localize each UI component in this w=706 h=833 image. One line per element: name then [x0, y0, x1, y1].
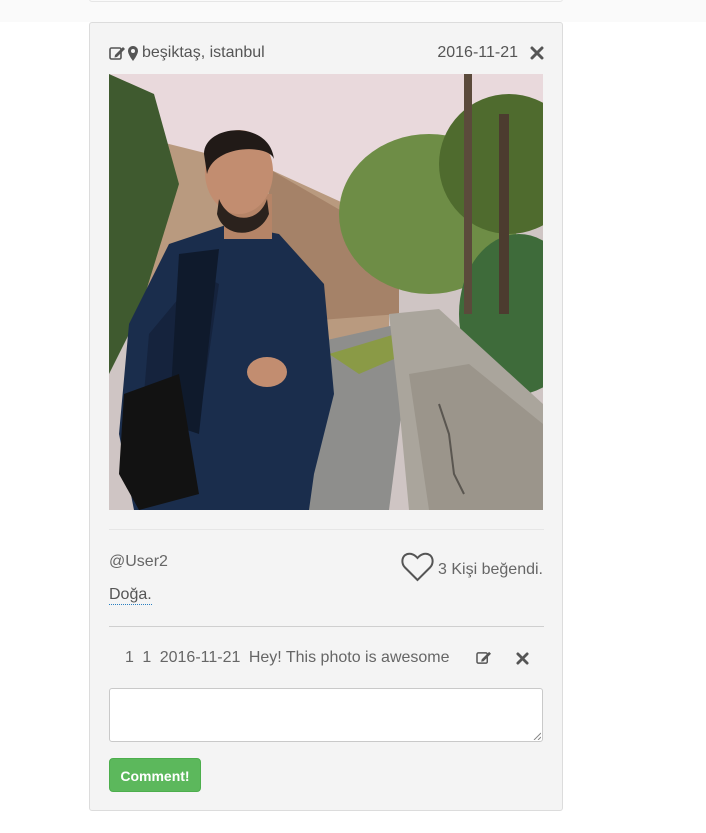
comment-item: 1 1 2016-11-21 Hey! This photo is awesom…: [125, 649, 530, 669]
post-username[interactable]: @User2: [109, 553, 168, 571]
comment-input[interactable]: [109, 688, 543, 742]
comment-date: 2016-11-21: [159, 649, 241, 666]
comment-id: 1: [125, 649, 134, 666]
divider: [109, 626, 544, 627]
heart-icon[interactable]: [401, 552, 434, 582]
post-tag[interactable]: Doğa.: [109, 586, 152, 605]
comment-text: Hey! This photo is awesome: [248, 649, 450, 666]
post-header: beşiktaş, istanbul 2016-11-21: [109, 43, 544, 63]
like-section: 3 Kişi beğendi.: [401, 552, 543, 582]
previous-card-edge: [89, 0, 563, 2]
post-date: 2016-11-21: [437, 44, 518, 61]
post-photo: [109, 74, 543, 510]
post-card: beşiktaş, istanbul 2016-11-21 @User2 Doğ…: [89, 22, 563, 811]
close-icon[interactable]: [516, 652, 529, 665]
edit-icon[interactable]: [476, 651, 492, 665]
edit-icon[interactable]: [109, 46, 126, 61]
comment-user-id: 1: [142, 649, 152, 666]
like-count: 3 Kişi beğendi.: [438, 561, 543, 578]
divider: [109, 529, 544, 530]
map-marker-icon: [128, 45, 138, 61]
post-location: beşiktaş, istanbul: [142, 44, 265, 61]
resize-handle-icon[interactable]: [533, 732, 541, 740]
comment-submit-button[interactable]: Comment!: [109, 758, 201, 792]
previous-card-area: [0, 0, 706, 22]
close-icon[interactable]: [530, 46, 544, 60]
